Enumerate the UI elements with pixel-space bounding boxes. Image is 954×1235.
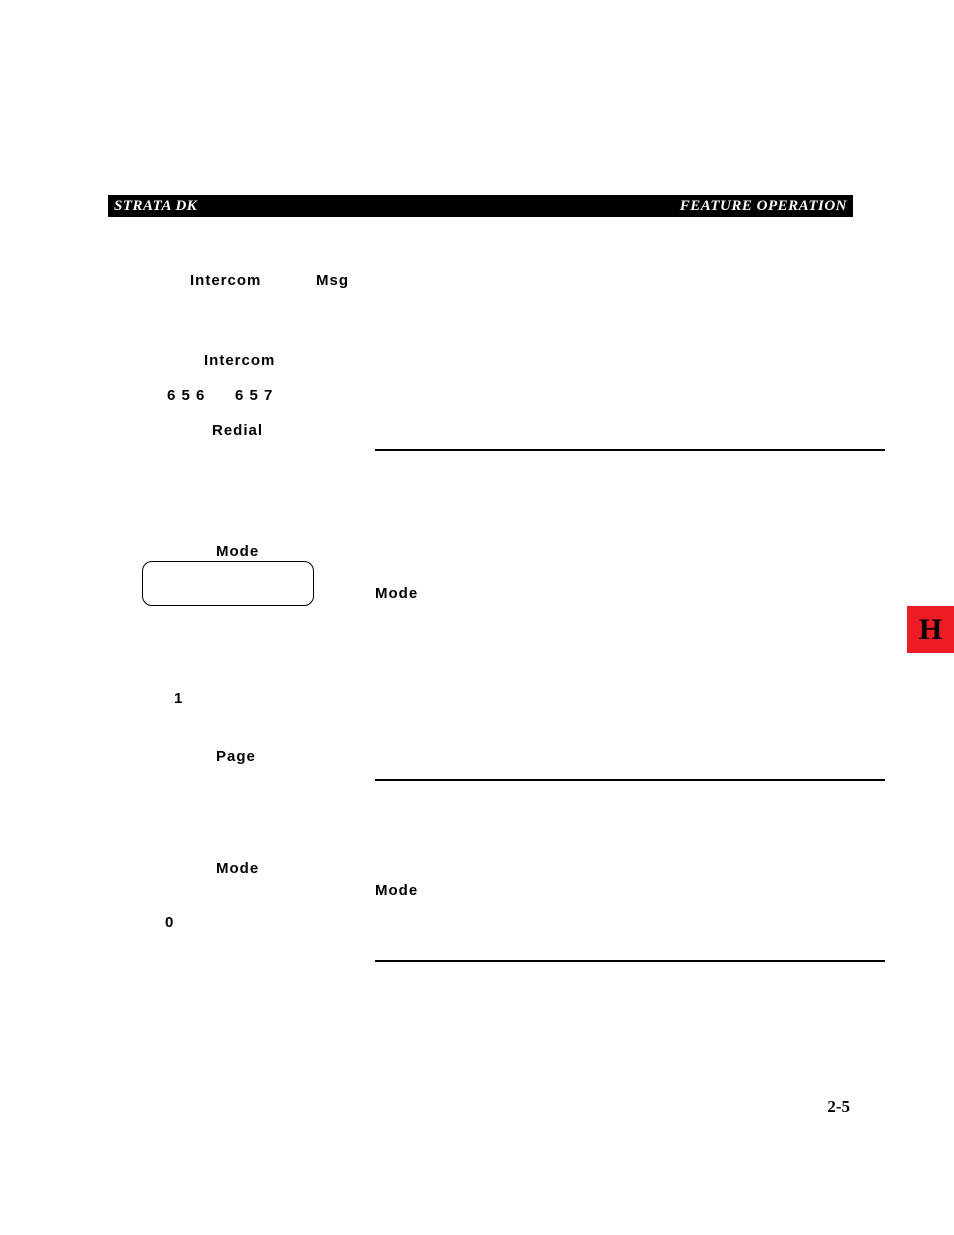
label-redial: Redial bbox=[212, 422, 263, 439]
label-mode-3: Mode bbox=[216, 860, 259, 877]
label-one: 1 bbox=[174, 690, 183, 707]
header-right-text: FEATURE OPERATION bbox=[680, 198, 847, 215]
section-tab: H bbox=[907, 606, 954, 653]
label-digits-656: 6 5 6 bbox=[167, 387, 205, 404]
page-header-bar: STRATA DK FEATURE OPERATION bbox=[108, 195, 853, 217]
instruction-box bbox=[142, 561, 314, 606]
label-intercom-2: Intercom bbox=[204, 352, 275, 369]
divider-1 bbox=[375, 449, 885, 451]
label-digits-657: 6 5 7 bbox=[235, 387, 273, 404]
page-number: 2-5 bbox=[827, 1097, 850, 1117]
divider-3 bbox=[375, 960, 885, 962]
section-tab-letter: H bbox=[919, 613, 942, 647]
label-msg: Msg bbox=[316, 272, 349, 289]
label-page: Page bbox=[216, 748, 256, 765]
label-mode-1: Mode bbox=[216, 543, 259, 560]
label-mode-4: Mode bbox=[375, 882, 418, 899]
document-page: STRATA DK FEATURE OPERATION H Intercom M… bbox=[0, 0, 954, 1235]
label-mode-2: Mode bbox=[375, 585, 418, 602]
header-left-text: STRATA DK bbox=[114, 198, 197, 215]
label-intercom-1: Intercom bbox=[190, 272, 261, 289]
label-zero: 0 bbox=[165, 914, 174, 931]
divider-2 bbox=[375, 779, 885, 781]
